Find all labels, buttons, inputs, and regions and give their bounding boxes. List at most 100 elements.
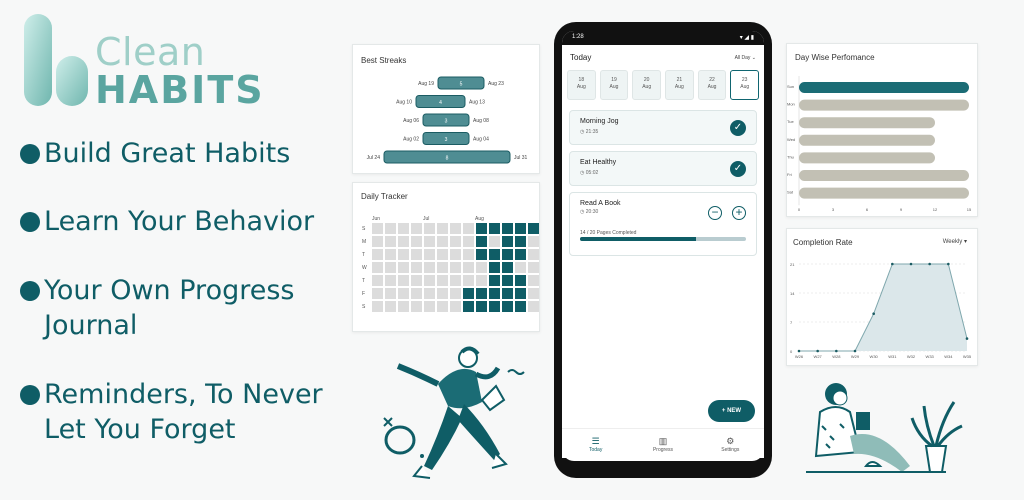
tracker-cell [411,223,422,234]
tracker-cell [372,262,383,273]
category-label: Wed [787,137,795,142]
x-tick-label: W26 [795,354,804,359]
check-icon[interactable]: ✓ [730,161,746,177]
streak-value: 3 [445,119,448,125]
bar [799,117,935,129]
tracker-cell [489,249,500,260]
date-chip[interactable]: 20 Aug [632,70,662,100]
streak-start-label: Jul 24 [367,155,381,161]
tracker-cell [450,223,461,234]
streak-end-label: Aug 04 [473,137,489,143]
status-bar: 1:28 ▾ ◢ ▮ [562,31,764,45]
category-label: Sat [787,190,794,195]
weekday-label: S [362,304,366,310]
streak-start-label: Aug 19 [418,81,434,87]
date-chip-selected[interactable]: 23 Aug [730,70,760,100]
tracker-cell [463,301,474,312]
streak-value: 3 [445,137,448,143]
tracker-cell [372,301,383,312]
tracker-cell [411,236,422,247]
tracker-cell [437,236,448,247]
area-fill [799,264,967,351]
date-chip[interactable]: 22 Aug [697,70,727,100]
tracker-cell [372,275,383,286]
y-tick-label: 14 [790,291,795,296]
day-wise-card: Day Wise Perfomance Sun Mon Tue Wed Thu Fri Sa… [786,43,978,217]
data-point [928,262,931,266]
date-day: 18 [578,77,585,83]
habit-time-value: 21:35 [585,129,599,135]
tracker-cell [450,262,461,273]
date-chip[interactable]: 18 Aug [567,70,596,100]
plus-icon: + [721,408,726,414]
category-label: Thu [787,154,794,159]
tracker-cell [476,223,487,234]
best-streaks-card: Best Streaks 5 Aug 19 Aug 23 4 Aug 10 Aug 13 3… [352,44,540,174]
habit-card[interactable]: Eat Healthy ◷ 05:02 ✓ [569,151,757,186]
nav-today[interactable]: ☰ Today [566,429,626,458]
tracker-cell [476,262,487,273]
tracker-cell [476,301,487,312]
chart-icon: ▥ [658,436,668,446]
tracker-cell [437,275,448,286]
habit-name: Morning Jog [580,118,619,125]
habit-time: ◷ 05:02 [580,170,746,176]
tracker-cell [450,275,461,286]
tracker-cell [372,223,383,234]
bullet-icon [20,385,40,405]
feature-item: Reminders, To Never Let You Forget [20,377,323,447]
tracker-cell [437,223,448,234]
nav-progress[interactable]: ▥ Progress [633,429,693,458]
tracker-cell [437,249,448,260]
tracker-cell [476,288,487,299]
habit-card[interactable]: Morning Jog ◷ 21:35 ✓ [569,110,757,145]
x-tick-label: W33 [926,354,935,359]
nav-settings[interactable]: ⚙ Settings [700,429,760,458]
tracker-cell [424,275,435,286]
data-point [947,262,950,266]
filter-dropdown[interactable]: All Day ⌄ [735,55,756,61]
habit-card[interactable]: Read A Book ◷ 20:30 − + 14 / 20 Pages Co… [569,192,757,256]
new-habit-button[interactable]: + NEW [708,400,755,422]
logo-text-habits: HABITS [95,68,265,112]
date-month: Aug [576,84,586,90]
bar [799,187,969,199]
feature-text: Learn Your Behavior [44,206,315,237]
x-tick-label: 15 [967,207,972,212]
streak-value: 4 [439,100,442,106]
habit-time-value: 05:02 [585,170,599,176]
date-month: Aug [674,84,684,90]
x-tick-label: 9 [900,207,903,212]
tracker-cell [489,301,500,312]
tracker-cell [528,223,539,234]
list-icon: ☰ [591,436,600,446]
check-icon[interactable]: ✓ [730,120,746,136]
tracker-cell [398,236,409,247]
tracker-cell [437,301,448,312]
streak-end-label: Aug 23 [488,81,504,87]
feature-text: Journal [44,310,138,341]
plus-icon[interactable]: + [732,206,746,220]
tracker-cell [398,249,409,260]
tracker-cell [515,301,526,312]
date-chip[interactable]: 21 Aug [665,70,694,100]
tracker-cell [463,275,474,286]
tracker-cell [398,262,409,273]
bullet-icon [20,281,40,301]
tracker-cell [489,262,500,273]
tracker-cell [489,275,500,286]
tracker-cell [463,249,474,260]
data-point [909,262,913,266]
streak-start-label: Aug 10 [396,100,412,106]
minus-icon[interactable]: − [708,206,722,220]
completion-card: Completion Rate Weekly ▾ 0 7 14 21 W26 W27 W28… [786,228,978,366]
tracker-cell [424,288,435,299]
clock-icon: ◷ [580,209,585,215]
weekday-label: S [362,226,366,232]
x-tick-label: W35 [963,354,972,359]
date-chip[interactable]: 19 Aug [599,70,629,100]
category-label: Fri [787,172,792,177]
tracker-cell [476,236,487,247]
tracker-cell [424,249,435,260]
tracker-cell [385,223,396,234]
